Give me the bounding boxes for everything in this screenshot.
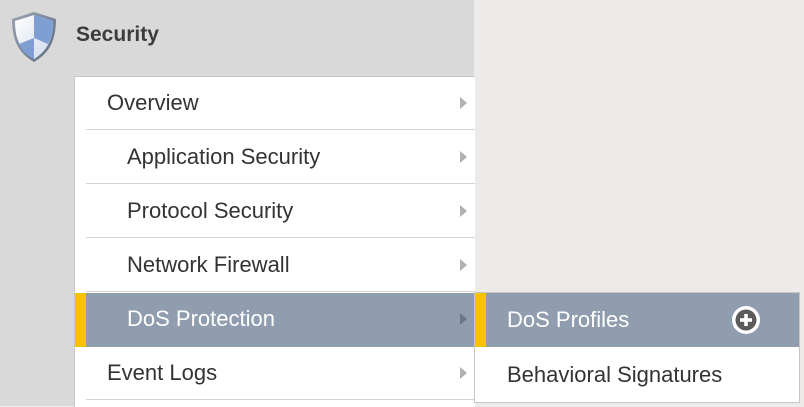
chevron-right-icon [460,259,467,271]
sidebar: Security Overview Application Security P… [0,0,475,407]
chevron-right-icon [460,367,467,379]
sidebar-title: Security [76,23,159,46]
security-menu: Overview Application Security Protocol S… [74,76,475,407]
submenu-item-label: DoS Profiles [507,307,630,332]
submenu-item-label: Behavioral Signatures [507,362,723,387]
active-indicator [75,293,86,347]
chevron-right-icon [460,313,467,325]
plus-circle-icon[interactable] [731,305,761,335]
menu-item-label: Event Logs [107,360,218,385]
dos-protection-submenu: DoS Profiles Behavioral Signatures [474,292,800,403]
menu-item-label: Application Security [127,144,321,169]
chevron-right-icon [460,97,467,109]
menu-item-overview[interactable]: Overview [86,77,475,130]
submenu-item-behavioral-signatures[interactable]: Behavioral Signatures [486,348,799,402]
menu-item-label: Network Firewall [127,252,290,277]
menu-item-event-logs[interactable]: Event Logs [86,347,475,400]
menu-item-network-firewall[interactable]: Network Firewall [86,239,475,292]
submenu-item-dos-profiles[interactable]: DoS Profiles [486,293,799,347]
menu-item-dos-protection[interactable]: DoS Protection [86,293,475,347]
chevron-right-icon [460,151,467,163]
sidebar-header[interactable]: Security [0,0,474,76]
menu-item-label: Overview [107,90,199,115]
menu-item-protocol-security[interactable]: Protocol Security [86,185,475,238]
menu-item-application-security[interactable]: Application Security [86,131,475,184]
shield-icon [12,12,56,62]
chevron-right-icon [460,205,467,217]
menu-item-label: DoS Protection [127,306,275,331]
active-indicator [475,293,486,347]
menu-item-label: Protocol Security [127,198,294,223]
